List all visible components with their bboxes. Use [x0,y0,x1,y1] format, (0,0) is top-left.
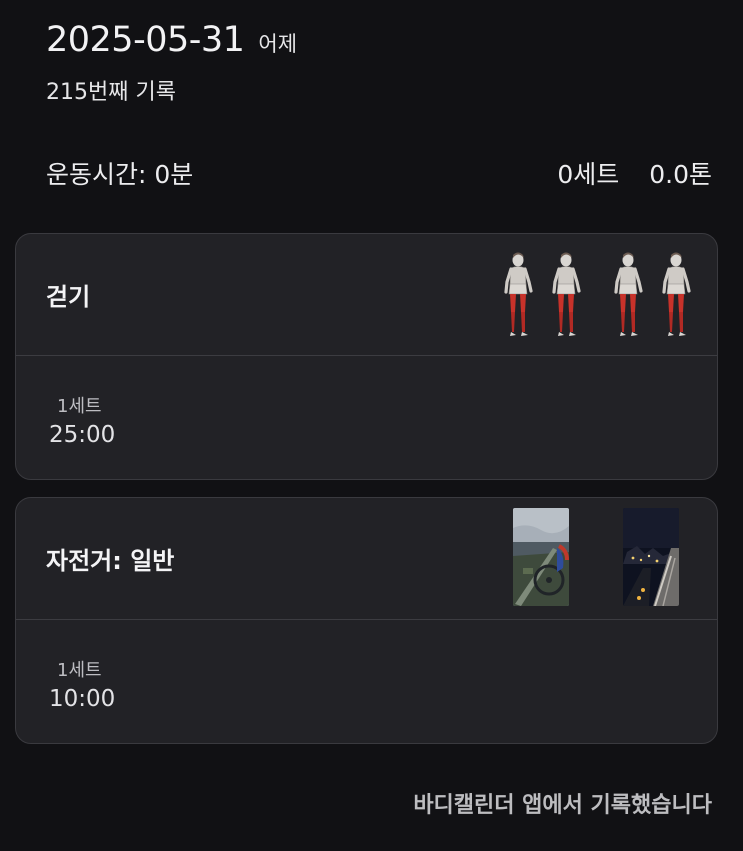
exercise-card-walking[interactable]: 걷기 1세트 25:00 [15,233,718,480]
night-ride-photo-thumbnail[interactable] [623,508,679,606]
set-label: 1세트 [57,396,102,417]
relative-day-label: 어제 [258,32,298,56]
exercise-card-header: 걷기 [16,234,717,356]
total-volume: 0.0톤 [649,160,712,189]
exercise-card-cycling[interactable]: 자전거: 일반 1세트 10:00 [15,497,718,744]
workout-date: 2025-05-31 [46,20,245,60]
set-duration: 25:00 [49,422,116,448]
record-count: 215번째 기록 [46,80,176,105]
walking-figure-icon [498,246,693,342]
set-label: 1세트 [57,660,102,681]
app-attribution: 바디캘린더 앱에서 기록했습니다 [413,793,712,818]
workout-summary: 운동시간: 0분 0세트 0.0톤 [46,155,712,191]
walking-illustration [498,246,693,342]
set-row: 1세트 10:00 [16,620,717,743]
duration-summary: 운동시간: 0분 [46,160,194,189]
cycling-photos [513,508,679,606]
exercise-title: 자전거: 일반 [46,547,175,575]
total-sets: 0세트 [557,160,620,189]
bike-photo-thumbnail[interactable] [513,508,569,606]
set-duration: 10:00 [49,686,116,712]
exercise-title: 걷기 [46,283,91,311]
exercise-card-header: 자전거: 일반 [16,498,717,620]
date-header: 2025-05-31 어제 [46,20,297,60]
set-row: 1세트 25:00 [16,356,717,479]
totals-summary: 0세트 0.0톤 [557,155,712,191]
